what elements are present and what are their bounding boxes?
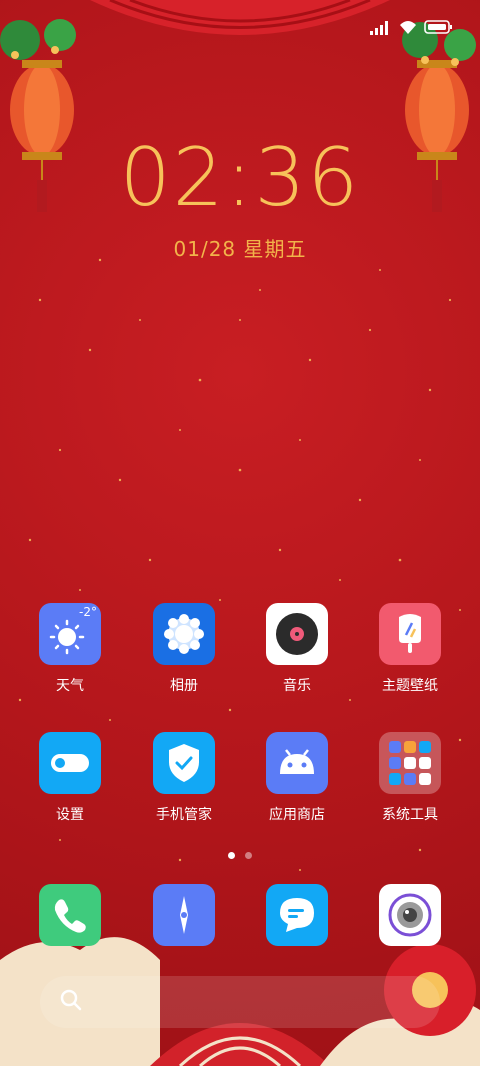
weather-icon: -2° bbox=[39, 603, 101, 665]
app-settings[interactable]: 设置 bbox=[20, 732, 120, 824]
app-music[interactable]: 音乐 bbox=[247, 603, 347, 695]
security-icon bbox=[153, 732, 215, 794]
search-icon bbox=[60, 989, 82, 1015]
browser-icon bbox=[153, 884, 215, 946]
clock-date[interactable]: 01/28 星期五 bbox=[0, 233, 480, 262]
app-label: 天气 bbox=[56, 678, 84, 694]
theme-icon bbox=[379, 603, 441, 665]
battery-icon bbox=[424, 19, 454, 39]
app-label: 主题壁纸 bbox=[382, 678, 438, 694]
messages-icon bbox=[266, 884, 328, 946]
weather-temperature: -2° bbox=[79, 605, 97, 619]
search-bar[interactable] bbox=[40, 976, 440, 1028]
app-label: 相册 bbox=[170, 678, 198, 694]
dock-camera[interactable] bbox=[360, 884, 460, 946]
app-weather[interactable]: -2° 天气 bbox=[20, 603, 120, 695]
app-store[interactable]: 应用商店 bbox=[247, 732, 347, 824]
folder-icon bbox=[379, 732, 441, 794]
page-indicator bbox=[0, 852, 480, 859]
clock-time[interactable]: 02:36 bbox=[0, 138, 480, 218]
dock-phone[interactable] bbox=[20, 884, 120, 946]
app-themes[interactable]: 主题壁纸 bbox=[360, 603, 460, 695]
app-label: 应用商店 bbox=[269, 807, 325, 823]
dock-messages[interactable] bbox=[247, 884, 347, 946]
signal-icon bbox=[370, 20, 392, 39]
gallery-icon bbox=[153, 603, 215, 665]
settings-icon bbox=[39, 732, 101, 794]
status-bar bbox=[370, 18, 454, 40]
app-label: 系统工具 bbox=[382, 807, 438, 823]
phone-icon bbox=[39, 884, 101, 946]
app-label: 手机管家 bbox=[156, 807, 212, 823]
app-gallery[interactable]: 相册 bbox=[134, 603, 234, 695]
app-label: 设置 bbox=[56, 807, 84, 823]
app-phone-manager[interactable]: 手机管家 bbox=[134, 732, 234, 824]
folder-system-tools[interactable]: 系统工具 bbox=[360, 732, 460, 824]
music-icon bbox=[266, 603, 328, 665]
dock-browser[interactable] bbox=[134, 884, 234, 946]
page-dot[interactable] bbox=[245, 852, 252, 859]
appstore-icon bbox=[266, 732, 328, 794]
page-dot-active[interactable] bbox=[228, 852, 235, 859]
camera-icon bbox=[379, 884, 441, 946]
wifi-icon bbox=[398, 19, 418, 39]
app-label: 音乐 bbox=[283, 678, 311, 694]
